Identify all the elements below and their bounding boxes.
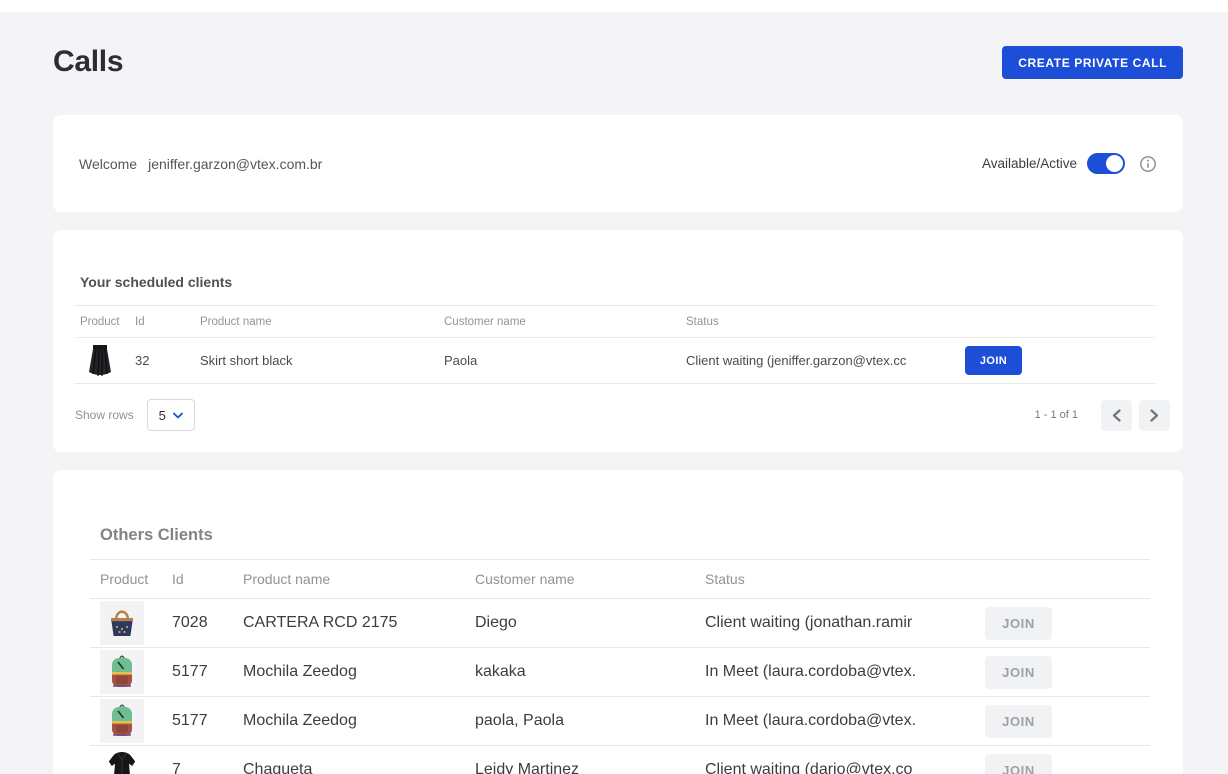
tote-bag-product-image xyxy=(100,601,144,645)
join-button[interactable]: JOIN xyxy=(985,754,1052,774)
join-button[interactable]: JOIN xyxy=(985,607,1052,640)
product-name: Mochila Zeedog xyxy=(243,712,475,730)
product-id: 7 xyxy=(172,761,243,774)
page-content: Calls CREATE PRIVATE CALL Welcome jeniff… xyxy=(0,12,1228,774)
table-row: 7028 CARTERA RCD 2175 Diego Client waiti… xyxy=(90,599,1150,648)
show-rows-label: Show rows xyxy=(75,408,134,422)
availability-controls: Available/Active xyxy=(982,153,1157,174)
product-name: Skirt short black xyxy=(200,353,444,368)
join-button[interactable]: JOIN xyxy=(985,656,1052,689)
welcome-label: Welcome xyxy=(79,156,137,172)
product-id: 7028 xyxy=(172,614,243,632)
table-row: 32 Skirt short black Paola Client waitin… xyxy=(75,338,1155,384)
column-id: Id xyxy=(172,571,243,587)
previous-page-button[interactable] xyxy=(1101,400,1132,431)
welcome-text: Welcome jeniffer.garzon@vtex.com.br xyxy=(79,156,322,172)
skirt-product-image xyxy=(80,341,120,381)
scheduled-clients-title: Your scheduled clients xyxy=(80,274,1155,290)
backpack-product-image xyxy=(100,699,144,743)
page-title: Calls xyxy=(53,45,123,79)
status-text: Client waiting (dario@vtex.co xyxy=(705,761,985,774)
product-image-cell xyxy=(90,650,172,694)
product-id: 5177 xyxy=(172,663,243,681)
customer-name: Leidy Martinez xyxy=(475,761,705,774)
pagination-range: 1 - 1 of 1 xyxy=(1035,409,1078,421)
rows-per-page-value: 5 xyxy=(159,408,166,423)
customer-name: Diego xyxy=(475,614,705,632)
product-image-cell xyxy=(90,601,172,645)
availability-toggle[interactable] xyxy=(1087,153,1125,174)
jacket-product-image xyxy=(100,748,144,774)
welcome-card: Welcome jeniffer.garzon@vtex.com.br Avai… xyxy=(53,115,1183,212)
column-customer-name: Customer name xyxy=(475,571,705,587)
column-status: Status xyxy=(705,571,985,587)
product-image-cell xyxy=(90,748,172,774)
product-image-cell xyxy=(75,341,135,381)
product-id: 5177 xyxy=(172,712,243,730)
status-text: Client waiting (jonathan.ramir xyxy=(705,614,985,632)
column-id: Id xyxy=(135,316,200,328)
scheduled-table-header: Product Id Product name Customer name St… xyxy=(75,305,1155,338)
product-name: Chaqueta xyxy=(243,761,475,774)
join-button[interactable]: JOIN xyxy=(965,346,1022,375)
others-table-header: Product Id Product name Customer name St… xyxy=(90,559,1150,599)
scheduled-clients-card: Your scheduled clients Product Id Produc… xyxy=(53,230,1183,452)
join-button[interactable]: JOIN xyxy=(985,705,1052,738)
backpack-product-image xyxy=(100,650,144,694)
customer-name: Paola xyxy=(444,353,686,368)
chevron-left-icon xyxy=(1112,409,1121,422)
show-rows-control: Show rows 5 xyxy=(75,399,195,431)
rows-per-page-select[interactable]: 5 xyxy=(147,399,195,431)
next-page-button[interactable] xyxy=(1139,400,1170,431)
column-product-name: Product name xyxy=(243,571,475,587)
product-id: 32 xyxy=(135,353,200,368)
availability-toggle-label: Available/Active xyxy=(982,156,1077,171)
page-header: Calls CREATE PRIVATE CALL xyxy=(53,40,1183,84)
status-text: Client waiting (jeniffer.garzon@vtex.cc xyxy=(686,353,965,368)
product-name: CARTERA RCD 2175 xyxy=(243,614,475,632)
others-clients-card: Others Clients Product Id Product name C… xyxy=(53,470,1183,774)
customer-name: kakaka xyxy=(475,663,705,681)
column-customer-name: Customer name xyxy=(444,316,686,328)
product-name: Mochila Zeedog xyxy=(243,663,475,681)
scheduled-table-footer: Show rows 5 1 - 1 of 1 xyxy=(75,392,1170,438)
status-text: In Meet (laura.cordoba@vtex. xyxy=(705,663,985,681)
info-icon[interactable] xyxy=(1139,155,1157,173)
column-status: Status xyxy=(686,316,965,328)
pagination: 1 - 1 of 1 xyxy=(1035,400,1170,431)
create-private-call-button[interactable]: CREATE PRIVATE CALL xyxy=(1002,46,1183,79)
others-clients-title: Others Clients xyxy=(100,526,1150,545)
customer-name: paola, Paola xyxy=(475,712,705,730)
table-row: 5177 Mochila Zeedog kakaka In Meet (laur… xyxy=(90,648,1150,697)
chevron-right-icon xyxy=(1150,409,1159,422)
column-product-name: Product name xyxy=(200,316,444,328)
column-product: Product xyxy=(90,571,172,587)
table-row: 5177 Mochila Zeedog paola, Paola In Meet… xyxy=(90,697,1150,746)
toggle-knob xyxy=(1106,155,1123,172)
chevron-down-icon xyxy=(173,412,183,419)
product-image-cell xyxy=(90,699,172,743)
status-text: In Meet (laura.cordoba@vtex. xyxy=(705,712,985,730)
table-row: 7 Chaqueta Leidy Martinez Client waiting… xyxy=(90,746,1150,774)
top-white-bar xyxy=(0,0,1228,12)
agent-email: jeniffer.garzon@vtex.com.br xyxy=(148,156,322,172)
column-product: Product xyxy=(75,316,135,328)
